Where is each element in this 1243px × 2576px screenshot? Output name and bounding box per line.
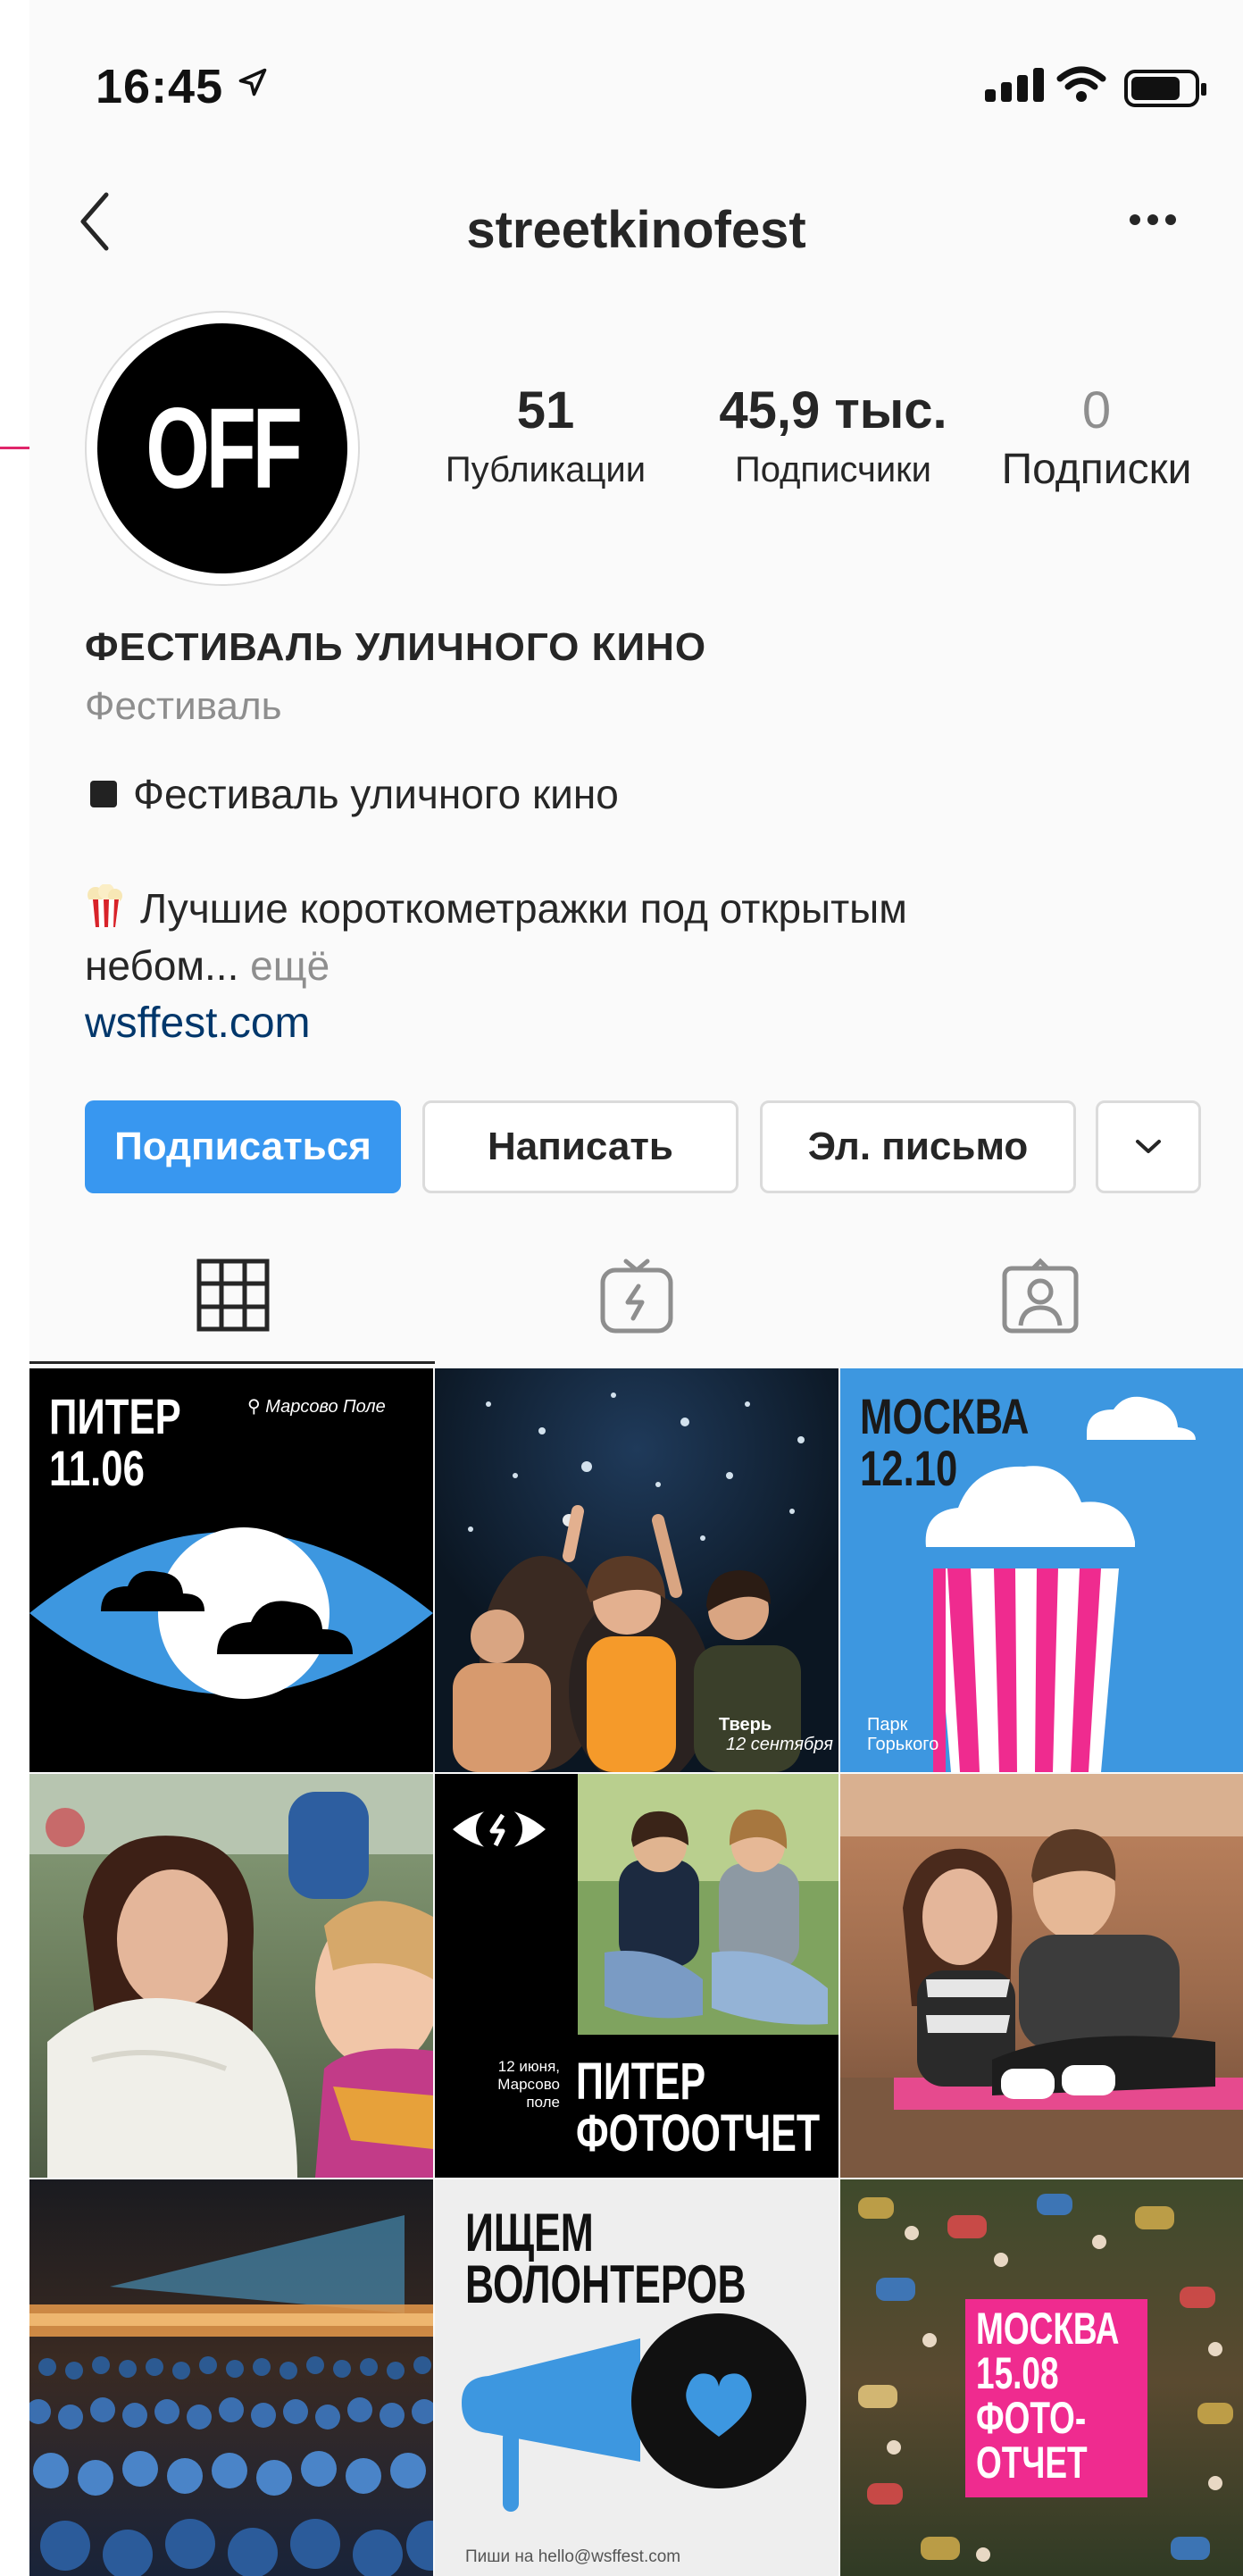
post-location-text-2: Горького: [867, 1735, 939, 1754]
wifi-icon: [1056, 66, 1106, 102]
profile-full-name: ФЕСТИВАЛЬ УЛИЧНОГО КИНО: [85, 625, 707, 669]
post-title-line-1: ПИТЕР: [49, 1388, 181, 1444]
post-title-line-2: ФОТООТЧЕТ: [576, 2104, 821, 2162]
couple-photo: [840, 1774, 1243, 2178]
battery-icon: [1124, 70, 1206, 107]
post-title-line-4: ОТЧЕТ: [976, 2438, 1088, 2488]
post-location: ⚲ Марсово Поле: [247, 1395, 386, 1418]
post-tile[interactable]: 12 июня, Марсово поле ПИТЕР ФОТООТЧЕТ: [435, 1774, 838, 2178]
suggested-dropdown-button[interactable]: [1096, 1100, 1201, 1193]
black-square-icon: [90, 780, 117, 807]
post-tile[interactable]: [840, 1774, 1243, 2178]
more-options-icon[interactable]: [1130, 214, 1176, 225]
post-note-1: 12 июня,: [497, 2058, 560, 2075]
cellular-signal-icon: [985, 68, 1044, 102]
status-bar: 16:45: [29, 0, 1243, 152]
bio-more-link[interactable]: ещё: [250, 942, 330, 989]
stat-posts[interactable]: 51 Публикации: [430, 382, 662, 490]
post-title-line-1: МОСКВА: [976, 2304, 1120, 2354]
stat-posts-label: Публикации: [445, 449, 647, 489]
follow-button[interactable]: Подписаться: [85, 1100, 401, 1193]
post-note-3: поле: [526, 2094, 560, 2111]
grid-icon[interactable]: [196, 1258, 271, 1333]
profile-username: streetkinofest: [466, 201, 806, 259]
bio-line-1: Фестиваль уличного кино: [85, 770, 619, 818]
chevron-down-icon: [1136, 1140, 1161, 1153]
post-title-line-2: 12.10: [860, 1440, 958, 1496]
post-location-text: Марсово Поле: [265, 1397, 386, 1417]
stat-posts-value: 51: [516, 381, 575, 439]
post-location-text: Тверь: [719, 1715, 772, 1735]
status-time: 16:45: [96, 60, 224, 113]
post-tile[interactable]: ПИТЕР 11.06 ⚲ Марсово Поле: [29, 1368, 433, 1772]
profile-category: Фестиваль: [85, 684, 282, 728]
bio-line-3: небом... ещё: [85, 941, 330, 990]
post-tile[interactable]: МОСКВА 12.10 Парк Горького: [840, 1368, 1243, 1772]
posts-grid: ПИТЕР 11.06 ⚲ Марсово Поле Тверь 12 сент…: [29, 1368, 1243, 2576]
stat-following-value: 0: [1081, 381, 1112, 439]
bio-line-2-text: Лучшие короткометражки под открытым: [140, 885, 907, 932]
post-title-line-3: ФОТО-: [976, 2393, 1087, 2443]
post-title-line-2: 15.08: [976, 2348, 1059, 2398]
bio-line-3-text: небом...: [85, 942, 239, 989]
bio-line-2: Лучшие короткометражки под открытым: [85, 883, 907, 934]
post-note-2: Марсово: [497, 2076, 560, 2093]
bio-line-1-text: Фестиваль уличного кино: [133, 771, 619, 817]
post-title-line-1: МОСКВА: [860, 1388, 1030, 1444]
active-tab-indicator: [29, 1361, 435, 1364]
location-arrow-icon: [238, 68, 267, 96]
stat-following-label: Подписки: [1001, 445, 1192, 493]
people-photo: [29, 1774, 433, 2178]
post-tile[interactable]: ИЩЕМ ВОЛОНТЕРОВ Пиши на hello@wsffest.co…: [435, 2179, 838, 2576]
stat-followers-label: Подписчики: [734, 449, 932, 489]
profile-avatar[interactable]: OFF: [85, 311, 360, 586]
igtv-icon[interactable]: [599, 1258, 674, 1334]
post-title-line-2: ВОЛОНТЕРОВ: [465, 2254, 747, 2314]
message-button[interactable]: Написать: [422, 1100, 738, 1193]
stat-following[interactable]: 0 Подписки: [963, 382, 1230, 494]
cinema-crowd-photo: [29, 2215, 433, 2576]
post-tile[interactable]: [29, 1774, 433, 2178]
crowd-photo: [453, 1393, 805, 1772]
post-contact-text: Пиши на hello@wsffest.com: [465, 2547, 681, 2566]
profile-website-link[interactable]: wsffest.com: [85, 999, 311, 1048]
post-tile[interactable]: [29, 2179, 433, 2576]
phone-screen: 16:45 streetkinofest OFF 51 Публикации 4…: [29, 0, 1243, 2576]
post-location-text-1: Парк: [867, 1715, 908, 1735]
post-tile[interactable]: МОСКВА 15.08 ФОТО- ОТЧЕТ: [840, 2179, 1243, 2576]
post-title-line-1: ИЩЕМ: [465, 2203, 594, 2262]
post-date-text: 12 сентября: [726, 1735, 833, 1754]
post-title-line-2: 11.06: [49, 1440, 145, 1496]
stat-followers-value: 45,9 тыс.: [719, 381, 947, 439]
post-tile[interactable]: Тверь 12 сентября: [435, 1368, 838, 1772]
post-title-line-1: ПИТЕР: [576, 2053, 706, 2111]
email-button[interactable]: Эл. письмо: [760, 1100, 1076, 1193]
avatar-text: OFF: [146, 384, 303, 513]
location-pin-icon: ⚲: [247, 1397, 266, 1417]
popcorn-icon: [88, 883, 122, 927]
stat-followers[interactable]: 45,9 тыс. Подписчики: [686, 382, 980, 490]
tagged-icon[interactable]: [1001, 1258, 1080, 1334]
avatar-logo: OFF: [97, 323, 347, 573]
